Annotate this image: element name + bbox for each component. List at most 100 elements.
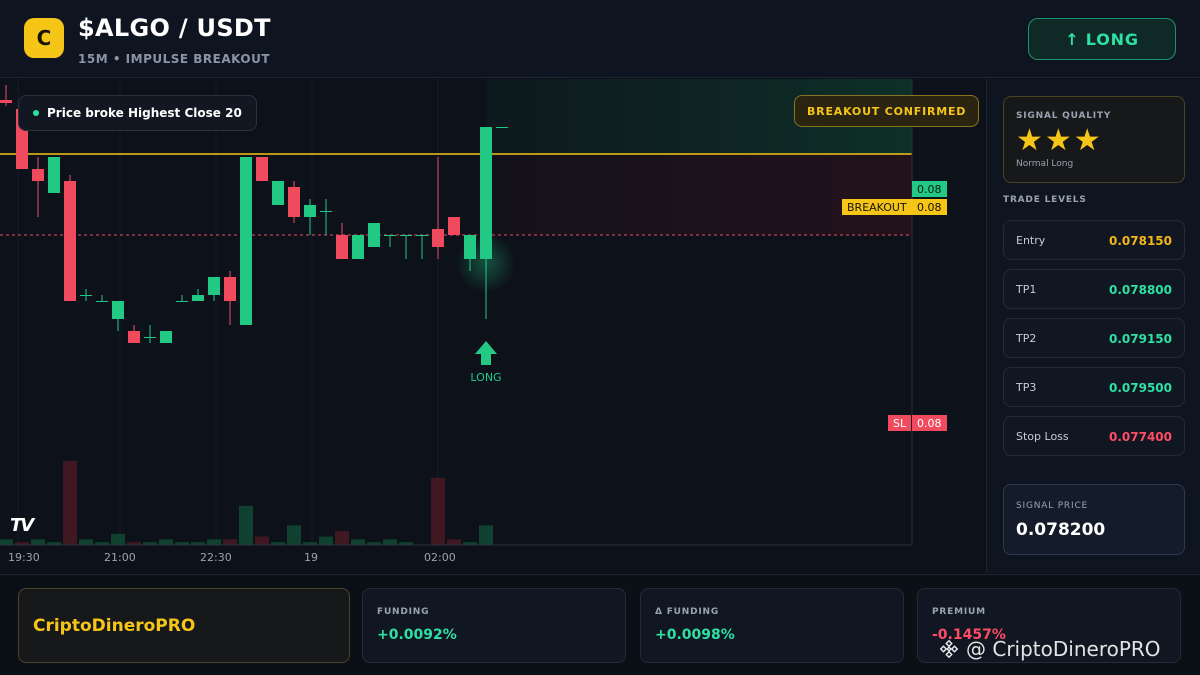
metric-label: FUNDING	[377, 607, 430, 617]
long-direction-button[interactable]: ↑ LONG	[1028, 18, 1176, 60]
signal-price-card: SIGNAL PRICE 0.078200	[1003, 484, 1185, 555]
time-axis-label: 02:00	[424, 551, 456, 564]
candle-body	[384, 235, 396, 236]
candle-body	[256, 157, 268, 181]
metric-value: +0.0098%	[655, 627, 735, 643]
volume-bar	[79, 539, 93, 545]
signal-price-value: 0.078200	[1016, 520, 1106, 540]
candle-body	[320, 211, 332, 212]
tooltip-text: Price broke Highest Close 20	[47, 106, 242, 120]
candle-body	[160, 331, 172, 343]
volume-bar	[207, 539, 221, 545]
long-signal-arrow-icon	[475, 341, 497, 365]
star-rating-icon: ★★★	[1016, 123, 1103, 158]
candlestick-chart: LONG	[0, 79, 913, 546]
coin-logo-icon: C	[24, 18, 64, 58]
time-axis-label: 19	[304, 551, 318, 564]
candle-body	[288, 187, 300, 217]
level-value: 0.079150	[1108, 332, 1172, 346]
candle-body	[176, 301, 188, 302]
candle-body	[192, 295, 204, 301]
candle-body	[304, 205, 316, 217]
brand-card: CriptoDineroPRO	[18, 588, 350, 663]
volume-bar	[159, 539, 173, 545]
metric-label: Δ FUNDING	[655, 607, 720, 617]
breakout-tooltip: Price broke Highest Close 20	[18, 95, 257, 131]
watermark: @ CriptoDineroPRO	[938, 637, 1161, 661]
breakout-price-tag: 0.08	[912, 199, 947, 215]
entry-price-tag: 0.08	[912, 181, 947, 197]
price-chart[interactable]: LONG Price broke Highest Close 20 BREAKO…	[0, 79, 985, 573]
candle-body	[448, 217, 460, 235]
volume-bar	[351, 539, 365, 545]
candle-body	[32, 169, 44, 181]
level-value: 0.077400	[1108, 430, 1172, 444]
candle-body	[496, 127, 508, 128]
candle-body	[0, 100, 12, 103]
header: C $ALGO / USDT 15M • IMPULSE BREAKOUT ↑ …	[0, 0, 1200, 78]
candle-body	[368, 223, 380, 247]
breakout-label-tag: BREAKOUT	[842, 199, 912, 215]
volume-bar	[335, 531, 349, 545]
candle-body	[208, 277, 220, 295]
candle-body	[464, 235, 476, 259]
candle-body	[480, 127, 492, 259]
candle-body	[336, 235, 348, 259]
candle-body	[144, 337, 156, 338]
level-row-tp3: TP3 0.079500	[1003, 367, 1185, 407]
timeframe-subtitle: 15M • IMPULSE BREAKOUT	[78, 52, 271, 66]
level-row-entry: Entry 0.078150	[1003, 220, 1185, 260]
time-axis-label: 21:00	[104, 551, 136, 564]
level-name: Stop Loss	[1016, 430, 1069, 443]
candle-body	[224, 277, 236, 301]
status-dot-icon	[33, 110, 39, 116]
candle-body	[240, 157, 252, 325]
volume-bar	[63, 461, 77, 545]
signal-price-label: SIGNAL PRICE	[1016, 501, 1089, 511]
candle-body	[64, 181, 76, 301]
level-value: 0.078150	[1108, 234, 1172, 248]
volume-bar	[287, 525, 301, 545]
funding-card: FUNDING +0.0092%	[362, 588, 626, 663]
watermark-text: @ CriptoDineroPRO	[966, 637, 1161, 661]
candle-body	[128, 331, 140, 343]
volume-bar	[111, 533, 125, 545]
breakout-confirmed-badge: BREAKOUT CONFIRMED	[794, 95, 980, 127]
volume-bar	[239, 505, 253, 545]
level-name: Entry	[1016, 234, 1046, 247]
metric-value: +0.0092%	[377, 627, 457, 643]
risk-zone	[486, 154, 912, 235]
level-name: TP3	[1016, 381, 1037, 394]
level-row-stop-loss: Stop Loss 0.077400	[1003, 416, 1185, 456]
metric-label: PREMIUM	[932, 607, 986, 617]
volume-bar	[255, 536, 269, 545]
delta-funding-card: Δ FUNDING +0.0098%	[640, 588, 904, 663]
candle-body	[432, 229, 444, 247]
signal-quality-label: SIGNAL QUALITY	[1016, 111, 1112, 121]
sl-price-tag: 0.08	[912, 415, 947, 431]
candle-body	[80, 295, 92, 296]
tradingview-logo-icon: TV	[10, 515, 34, 536]
level-row-tp2: TP2 0.079150	[1003, 318, 1185, 358]
signal-sidebar: SIGNAL QUALITY ★★★ Normal Long TRADE LEV…	[986, 79, 1200, 573]
volume-bar	[0, 539, 13, 545]
volume-bar	[31, 539, 45, 545]
level-name: TP2	[1016, 332, 1037, 345]
level-value: 0.079500	[1108, 381, 1172, 395]
time-axis-label: 22:30	[200, 551, 232, 564]
candle-body	[48, 157, 60, 193]
signal-quality-note: Normal Long	[1016, 159, 1074, 169]
level-row-tp1: TP1 0.078800	[1003, 269, 1185, 309]
candle-body	[112, 301, 124, 319]
long-signal-label: LONG	[470, 371, 501, 384]
signal-quality-card: SIGNAL QUALITY ★★★ Normal Long	[1003, 96, 1185, 183]
binance-logo-icon	[939, 639, 959, 659]
volume-bar	[383, 539, 397, 545]
time-axis-label: 19:30	[8, 551, 40, 564]
volume-bar	[223, 539, 237, 545]
candle-body	[352, 235, 364, 259]
candle-body	[272, 181, 284, 205]
candle-body	[400, 235, 412, 236]
volume-bar	[447, 539, 461, 545]
level-name: TP1	[1016, 283, 1037, 296]
